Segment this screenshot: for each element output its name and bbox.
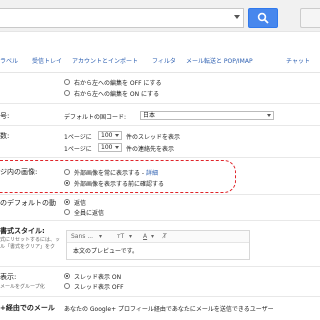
always-show-images-label: 外部画像を常に表示する - 詳細 bbox=[74, 170, 158, 177]
account-button[interactable] bbox=[300, 8, 320, 28]
tab-inbox[interactable]: 受信トレイ bbox=[32, 56, 62, 65]
threads-per-page-value: 100 bbox=[101, 132, 113, 139]
section-divider bbox=[0, 266, 320, 267]
ask-before-images-radio[interactable] bbox=[64, 180, 70, 186]
font-size-icon[interactable]: тT bbox=[117, 233, 124, 240]
bidi-off-radio[interactable] bbox=[64, 79, 70, 85]
tab-chat[interactable]: チャット bbox=[286, 56, 310, 65]
country-code-value: 日本 bbox=[143, 112, 156, 119]
conversation-view-section-label: 表示: bbox=[0, 273, 17, 281]
conversation-view-on-radio[interactable] bbox=[64, 273, 70, 279]
contacts-per-page-select[interactable]: 100 bbox=[98, 143, 122, 152]
contacts-suffix: 件の連絡先を表示 bbox=[126, 146, 175, 153]
text-style-hint-1: 式にリセットするには、ッ bbox=[0, 237, 61, 243]
country-code-field-label: デフォルトの国コード: bbox=[64, 114, 127, 121]
bidi-off-label: 右から左への編集を OFF にする bbox=[74, 80, 162, 87]
chevron-down-icon[interactable]: ▾ bbox=[129, 233, 132, 240]
contacts-prefix: 1ページに bbox=[64, 146, 92, 153]
threads-per-page-select[interactable]: 100 bbox=[98, 131, 122, 140]
country-code-section-label: 号: bbox=[0, 112, 10, 120]
chevron-down-icon bbox=[115, 146, 119, 149]
reply-label: 返信 bbox=[74, 200, 87, 207]
text-style-hint-2: ル「書式をクリア」をク bbox=[0, 244, 56, 250]
images-section-label: ジ内の画像: bbox=[0, 168, 38, 176]
contacts-per-page-value: 100 bbox=[101, 144, 113, 151]
ask-before-images-label: 外部画像を表示する前に確認する bbox=[74, 181, 165, 188]
reply-all-radio[interactable] bbox=[64, 209, 70, 215]
chevron-down-icon bbox=[267, 114, 271, 117]
reply-all-label: 全員に返信 bbox=[74, 210, 105, 217]
tab-filters[interactable]: フィルタ bbox=[152, 56, 176, 65]
threads-prefix: 1ページに bbox=[64, 134, 92, 141]
text-style-section-label: 書式スタイル: bbox=[0, 227, 45, 235]
tab-accounts-import[interactable]: アカウントとインポート bbox=[72, 56, 138, 65]
conversation-view-hint: メールをグループ化 bbox=[0, 284, 45, 290]
clear-formatting-icon[interactable]: T̸ bbox=[163, 233, 167, 240]
settings-tabs: ラベル 受信トレイ アカウントとインポート フィルタ メール転送と POP/IM… bbox=[0, 56, 320, 68]
chevron-down-icon[interactable]: ▾ bbox=[151, 233, 154, 240]
section-divider bbox=[0, 125, 320, 126]
bidi-on-label: 右から左への編集を ON にする bbox=[74, 91, 160, 98]
text-style-preview: 本文のプレビューです。 bbox=[73, 248, 139, 255]
section-divider bbox=[0, 220, 320, 221]
section-divider bbox=[0, 157, 320, 158]
section-divider bbox=[0, 103, 320, 104]
editor-toolbar: Sans ... ▾ тT ▾ A ▾ T̸ bbox=[67, 231, 249, 243]
font-family-select[interactable]: Sans ... bbox=[71, 233, 93, 240]
section-divider bbox=[0, 194, 320, 195]
chevron-down-icon bbox=[115, 134, 119, 137]
tabs-divider bbox=[0, 72, 320, 73]
conversation-view-off-label: スレッド表示 OFF bbox=[74, 284, 124, 291]
text-style-editor[interactable]: Sans ... ▾ тT ▾ A ▾ T̸ 本文のプレビューです。 bbox=[66, 230, 250, 260]
text-color-icon[interactable]: A bbox=[143, 233, 147, 240]
bidi-on-radio[interactable] bbox=[64, 90, 70, 96]
tab-forwarding-pop-imap[interactable]: メール転送と POP/IMAP bbox=[186, 56, 253, 65]
country-code-select[interactable]: 日本 bbox=[140, 111, 274, 120]
reply-behavior-section-label: のデフォルトの動 bbox=[0, 199, 56, 207]
search-options-dropdown-icon[interactable] bbox=[234, 15, 240, 19]
conversation-view-off-radio[interactable] bbox=[64, 283, 70, 289]
top-search-bar bbox=[0, 0, 320, 32]
threads-suffix: 件のスレッドを表示 bbox=[126, 134, 181, 141]
google-plus-section-label: +経由でのメール bbox=[0, 304, 55, 312]
learn-more-link[interactable]: 詳細 bbox=[146, 170, 158, 177]
chevron-down-icon[interactable]: ▾ bbox=[99, 233, 102, 240]
search-button[interactable] bbox=[248, 8, 278, 28]
tab-labels[interactable]: ラベル bbox=[0, 56, 18, 65]
conversation-view-on-label: スレッド表示 ON bbox=[74, 274, 122, 281]
page-size-section-label: 数: bbox=[0, 132, 10, 140]
section-divider bbox=[0, 296, 320, 297]
google-plus-description: あなたの Google+ プロフィール経由であなたにメールを送信できるユーザー bbox=[64, 306, 274, 313]
reply-radio[interactable] bbox=[64, 199, 70, 205]
always-show-images-radio[interactable] bbox=[64, 169, 70, 175]
search-icon bbox=[257, 12, 269, 24]
search-input[interactable] bbox=[0, 8, 244, 28]
